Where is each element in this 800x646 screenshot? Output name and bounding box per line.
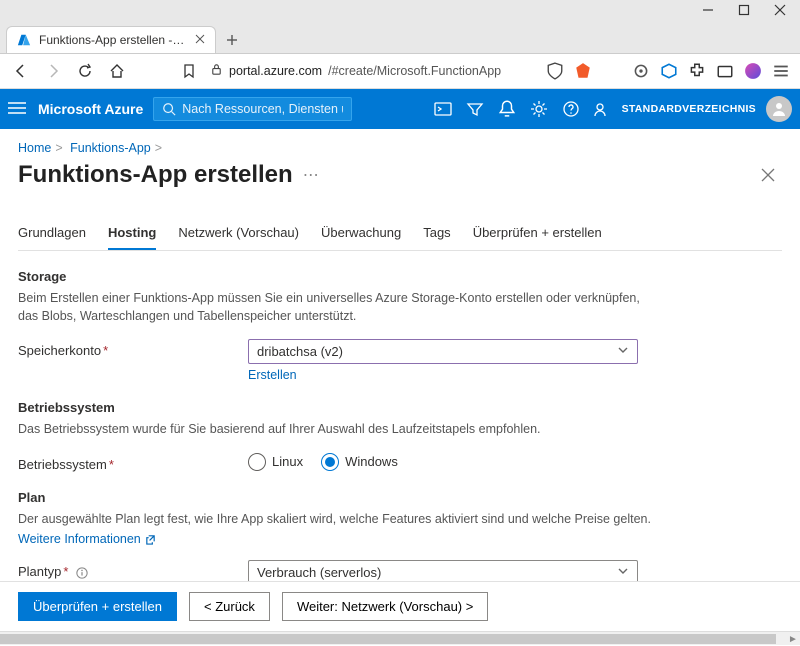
tenant-label[interactable]: STANDARDVERZEICHNIS: [622, 103, 756, 115]
shield-icon[interactable]: [546, 62, 564, 80]
portal-search[interactable]: [153, 97, 352, 121]
more-actions-icon[interactable]: ⋯: [303, 165, 319, 185]
brand-label[interactable]: Microsoft Azure: [38, 101, 143, 117]
os-desc: Das Betriebssystem wurde für Sie basiere…: [18, 421, 658, 439]
plan-heading: Plan: [18, 490, 782, 505]
bookmark-icon[interactable]: [178, 60, 200, 82]
required-indicator: *: [63, 564, 68, 579]
os-heading: Betriebssystem: [18, 400, 782, 415]
window-maximize-icon[interactable]: [738, 4, 750, 19]
chevron-down-icon: [617, 565, 629, 580]
storage-account-select[interactable]: dribatchsa (v2): [248, 339, 638, 364]
portal-search-input[interactable]: [182, 102, 343, 116]
browser-tab-title: Funktions-App erstellen - Microsoft: [39, 33, 187, 47]
storage-desc: Beim Erstellen einer Funktions-App müsse…: [18, 290, 658, 325]
tab-review[interactable]: Überprüfen + erstellen: [473, 217, 602, 250]
storage-account-value: dribatchsa (v2): [257, 344, 343, 359]
browser-chrome: Funktions-App erstellen - Microsoft: [0, 0, 800, 54]
section-os: Betriebssystem Das Betriebssystem wurde …: [18, 400, 782, 472]
review-create-button[interactable]: Überprüfen + erstellen: [18, 592, 177, 621]
plan-more-info-link[interactable]: Weitere Informationen: [18, 532, 156, 546]
tab-tags[interactable]: Tags: [423, 217, 450, 250]
window-minimize-icon[interactable]: [702, 4, 714, 19]
section-storage: Storage Beim Erstellen einer Funktions-A…: [18, 269, 782, 382]
required-indicator: *: [109, 457, 114, 472]
tab-close-icon[interactable]: [195, 33, 205, 47]
section-plan: Plan Der ausgewählte Plan legt fest, wie…: [18, 490, 782, 582]
url-path: /#create/Microsoft.FunctionApp: [328, 64, 501, 78]
os-windows-label: Windows: [345, 454, 398, 469]
extensions-icon[interactable]: [688, 62, 706, 80]
content-area: Home> Funktions-App> Funktions-App erste…: [0, 129, 800, 581]
nav-reload-icon[interactable]: [74, 60, 96, 82]
scroll-right-icon[interactable]: ►: [786, 632, 800, 646]
wizard-footer: Überprüfen + erstellen < Zurück Weiter: …: [0, 581, 800, 631]
browser-menu-icon[interactable]: [772, 62, 790, 80]
profile-icon[interactable]: [744, 62, 762, 80]
storage-create-link[interactable]: Erstellen: [248, 368, 297, 382]
lock-icon: [210, 63, 223, 79]
chevron-down-icon: [617, 344, 629, 359]
external-link-icon: [145, 534, 156, 545]
os-label: Betriebssystem: [18, 457, 107, 472]
os-linux-label: Linux: [272, 454, 303, 469]
tab-basics[interactable]: Grundlagen: [18, 217, 86, 250]
settings-gear-icon[interactable]: [530, 100, 548, 118]
plan-type-value: Verbrauch (serverlos): [257, 565, 381, 580]
tab-network[interactable]: Netzwerk (Vorschau): [178, 217, 299, 250]
ext-icon-1[interactable]: [632, 62, 650, 80]
search-icon: [162, 102, 176, 116]
url-host: portal.azure.com: [229, 64, 322, 78]
nav-home-icon[interactable]: [106, 60, 128, 82]
storage-heading: Storage: [18, 269, 782, 284]
plan-type-select[interactable]: Verbrauch (serverlos): [248, 560, 638, 581]
tab-monitor[interactable]: Überwachung: [321, 217, 401, 250]
address-bar: portal.azure.com /#create/Microsoft.Funct…: [0, 54, 800, 89]
new-tab-button[interactable]: [222, 30, 242, 53]
breadcrumb-parent[interactable]: Funktions-App: [70, 141, 151, 155]
info-icon[interactable]: [76, 567, 88, 579]
page-title: Funktions-App erstellen: [18, 161, 293, 189]
notifications-icon[interactable]: [498, 100, 516, 118]
nav-forward-icon[interactable]: [42, 60, 64, 82]
cloud-shell-icon[interactable]: [434, 100, 452, 118]
plan-desc: Der ausgewählte Plan legt fest, wie Ihre…: [18, 511, 658, 529]
wizard-tabs: Grundlagen Hosting Netzwerk (Vorschau) Ü…: [18, 217, 782, 251]
blade-close-icon[interactable]: [754, 161, 782, 189]
avatar[interactable]: [766, 96, 792, 122]
url-display[interactable]: portal.azure.com /#create/Microsoft.Funct…: [210, 63, 536, 79]
ext-icon-3[interactable]: [716, 62, 734, 80]
feedback-icon[interactable]: [594, 100, 612, 118]
help-icon[interactable]: [562, 100, 580, 118]
required-indicator: *: [103, 343, 108, 358]
nav-back-icon[interactable]: [10, 60, 32, 82]
back-button[interactable]: < Zurück: [189, 592, 270, 621]
azure-header: Microsoft Azure STANDARDVERZEICHNIS: [0, 89, 800, 129]
storage-label: Speicherkonto: [18, 343, 101, 358]
breadcrumb-home[interactable]: Home: [18, 141, 51, 155]
horizontal-scrollbar[interactable]: ◄ ►: [0, 631, 800, 645]
directory-filter-icon[interactable]: [466, 100, 484, 118]
os-radio-linux[interactable]: Linux: [248, 453, 303, 471]
scrollbar-thumb[interactable]: [0, 634, 776, 644]
azure-favicon: [17, 33, 31, 47]
tab-hosting[interactable]: Hosting: [108, 217, 156, 250]
os-radio-windows[interactable]: Windows: [321, 453, 398, 471]
ext-icon-2[interactable]: [660, 62, 678, 80]
plan-label: Plantyp: [18, 564, 61, 579]
portal-menu-icon[interactable]: [8, 101, 28, 118]
next-button[interactable]: Weiter: Netzwerk (Vorschau) >: [282, 592, 488, 621]
breadcrumb: Home> Funktions-App>: [18, 137, 782, 161]
browser-tab[interactable]: Funktions-App erstellen - Microsoft: [6, 26, 216, 53]
brave-icon[interactable]: [574, 62, 592, 80]
window-close-icon[interactable]: [774, 4, 786, 19]
